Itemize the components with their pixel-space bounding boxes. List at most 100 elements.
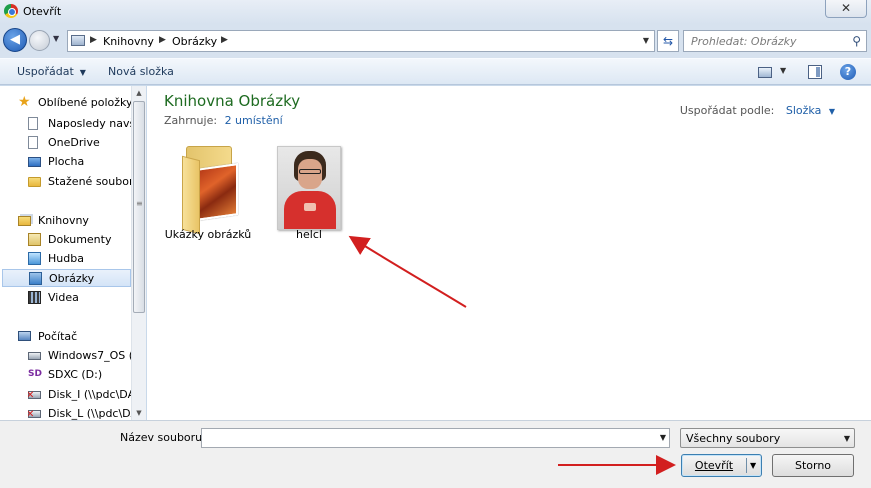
image-thumbnail — [277, 146, 341, 230]
arrange-by: Uspořádat podle: Složka ▼ — [680, 104, 835, 117]
nav-label: Stažené soubory — [48, 175, 140, 188]
nav-item-music[interactable]: Hudba — [28, 250, 145, 268]
downloads-icon — [28, 177, 41, 187]
history-dropdown-icon[interactable]: ▼ — [53, 34, 59, 43]
grip-icon: ≡ — [136, 199, 143, 208]
new-folder-button[interactable]: Nová složka — [108, 65, 174, 78]
nav-item-desktop[interactable]: Plocha — [28, 153, 145, 171]
breadcrumb-knihovny[interactable]: Knihovny — [103, 35, 154, 48]
nav-label: Naposledy navští — [48, 117, 143, 130]
onedrive-icon — [28, 136, 38, 149]
network-drive-disconnected-icon — [28, 409, 41, 420]
filetype-select[interactable]: Všechny soubory ▼ — [680, 428, 855, 448]
file-name: helcl — [296, 228, 322, 241]
network-drive-disconnected-icon — [28, 390, 41, 401]
music-icon — [28, 252, 41, 265]
includes-locations-link[interactable]: 2 umístění — [225, 114, 283, 127]
filetype-value: Všechny soubory — [686, 432, 781, 445]
library-title: Knihovna Obrázky — [164, 92, 301, 110]
open-label: Otevřít — [694, 459, 734, 472]
documents-icon — [28, 233, 41, 246]
nav-label: Disk_L (\\pdc\DA — [48, 407, 138, 420]
search-input[interactable]: Prohledat: Obrázky ⚲ — [683, 30, 867, 52]
nav-item-drive-c[interactable]: Windows7_OS (C — [28, 347, 145, 365]
scrollbar-thumb[interactable]: ≡ — [133, 101, 145, 313]
folder-preview-image — [196, 163, 238, 221]
chevron-right-icon[interactable]: ▶ — [221, 35, 228, 45]
filename-input[interactable]: ▼ — [201, 428, 670, 448]
chevron-down-icon[interactable]: ▼ — [829, 107, 835, 116]
folder-flap — [182, 155, 200, 235]
refresh-button[interactable]: ⇆ — [657, 30, 679, 52]
libraries-icon — [18, 216, 31, 226]
arrange-by-dropdown[interactable]: Složka — [786, 104, 821, 117]
filename-label: Název souboru: — [120, 431, 206, 444]
nav-item-documents[interactable]: Dokumenty — [28, 231, 145, 249]
nav-label: Počítač — [38, 330, 78, 343]
filename-dropdown-icon[interactable]: ▼ — [660, 433, 666, 442]
nav-item-disk-i[interactable]: Disk_I (\\pdc\DA — [28, 386, 145, 404]
nav-libraries-header[interactable]: Knihovny — [18, 212, 145, 230]
nav-item-pictures[interactable]: Obrázky — [2, 269, 131, 287]
nav-label: OneDrive — [48, 136, 100, 149]
open-options-dropdown-icon[interactable]: ▼ — [750, 455, 756, 476]
address-box[interactable]: ▶ Knihovny ▶ Obrázky ▶ ▼ — [67, 30, 655, 52]
command-bar: Uspořádat ▼ Nová složka ▼ ? — [0, 58, 871, 85]
split-divider — [746, 458, 747, 473]
nav-label: Obrázky — [49, 272, 95, 285]
arrange-label: Uspořádat podle: — [679, 104, 775, 117]
back-button[interactable]: ◀ — [3, 28, 27, 52]
preview-pane-icon[interactable] — [808, 65, 822, 79]
nav-label: Knihovny — [38, 214, 89, 227]
scroll-up-icon[interactable]: ▲ — [132, 86, 146, 100]
library-includes: Zahrnuje: 2 umístění — [164, 114, 283, 127]
image-item[interactable]: helcl — [263, 144, 355, 244]
nav-item-videos[interactable]: Videa — [28, 289, 145, 307]
open-button[interactable]: Otevřít ▼ — [681, 454, 762, 477]
nav-label: Windows7_OS (C — [48, 349, 141, 362]
nav-favorites-header[interactable]: ★ Oblíbené položky — [18, 94, 145, 112]
forward-button[interactable] — [29, 30, 50, 51]
dialog-footer: Název souboru: ▼ Všechny soubory ▼ Otevř… — [0, 420, 871, 488]
navigation-scrollbar[interactable]: ▲ ≡ ▼ — [131, 86, 146, 420]
videos-icon — [28, 291, 41, 304]
nav-item-drive-d[interactable]: SD SDXC (D:) — [28, 366, 145, 384]
file-list-pane: Knihovna Obrázky Zahrnuje: 2 umístění Us… — [147, 86, 871, 420]
hard-drive-icon — [28, 352, 41, 360]
navigation-pane: ★ Oblíbené položky Naposledy navští OneD… — [0, 86, 146, 420]
search-placeholder: Prohledat: Obrázky — [691, 35, 797, 48]
recent-places-icon — [28, 117, 38, 130]
nav-label: Oblíbené položky — [38, 96, 133, 109]
chrome-icon — [4, 4, 18, 18]
nav-computer-header[interactable]: Počítač — [18, 328, 145, 346]
includes-label: Zahrnuje: — [164, 114, 218, 127]
nav-item-recent[interactable]: Naposledy navští — [28, 115, 145, 133]
star-icon: ★ — [18, 94, 31, 110]
organize-label: Uspořádat — [17, 65, 74, 78]
view-options-dropdown-icon[interactable]: ▼ — [780, 66, 786, 75]
nav-label: Dokumenty — [48, 233, 112, 246]
chevron-right-icon[interactable]: ▶ — [90, 35, 97, 45]
file-name: Ukázky obrázků — [164, 228, 252, 241]
window-title: Otevřít — [23, 5, 62, 18]
title-bar: Otevřít ✕ — [0, 0, 871, 24]
address-dropdown-icon[interactable]: ▼ — [638, 31, 654, 51]
nav-label: Disk_I (\\pdc\DA — [48, 388, 136, 401]
close-button[interactable]: ✕ — [825, 0, 867, 18]
organize-button[interactable]: Uspořádat ▼ — [17, 65, 86, 78]
nav-item-downloads[interactable]: Stažené soubory — [28, 173, 145, 191]
breadcrumb-obrazky[interactable]: Obrázky — [172, 35, 217, 48]
nav-item-disk-l[interactable]: Disk_L (\\pdc\DA — [28, 405, 145, 420]
folder-item[interactable]: Ukázky obrázků — [162, 144, 254, 244]
computer-icon — [18, 331, 31, 341]
search-icon[interactable]: ⚲ — [852, 34, 861, 48]
sd-card-icon: SD — [28, 369, 42, 379]
nav-item-onedrive[interactable]: OneDrive — [28, 134, 145, 152]
chevron-right-icon[interactable]: ▶ — [159, 35, 166, 45]
pictures-icon — [29, 272, 42, 285]
chevron-down-icon: ▼ — [843, 434, 850, 443]
change-view-icon[interactable] — [758, 67, 772, 78]
scroll-down-icon[interactable]: ▼ — [132, 406, 146, 420]
help-icon[interactable]: ? — [840, 64, 856, 80]
cancel-button[interactable]: Storno — [772, 454, 854, 477]
